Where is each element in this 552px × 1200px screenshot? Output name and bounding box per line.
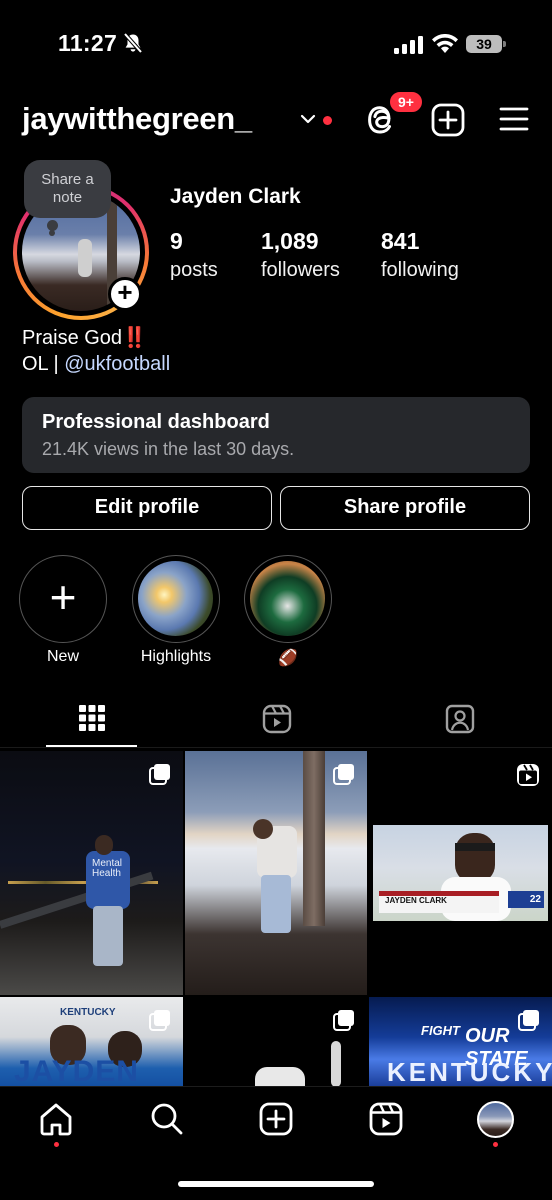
edit-profile-button[interactable]: Edit profile <box>22 486 272 530</box>
followers-count[interactable]: 1,089 <box>261 228 319 255</box>
posts-count[interactable]: 9 <box>170 228 183 255</box>
raised-arm <box>331 1041 341 1086</box>
lower-third: JAYDEN CLARK <box>379 891 499 913</box>
profile-notification-dot <box>493 1142 498 1147</box>
bell-slash-icon <box>123 32 143 54</box>
following-count[interactable]: 841 <box>381 228 419 255</box>
posts-label[interactable]: posts <box>170 259 218 282</box>
highlight-label-football: 🏈 <box>278 650 298 667</box>
followers-label[interactable]: followers <box>261 259 340 282</box>
create-plus-icon[interactable] <box>431 103 465 137</box>
reel-indicator-icon <box>517 764 539 786</box>
name-banner: JAYDEN <box>14 1055 139 1086</box>
share-profile-button[interactable]: Share profile <box>280 486 530 530</box>
hoodie-text: Mental Health <box>92 858 123 879</box>
professional-dashboard[interactable]: Professional dashboard 21.4K views in th… <box>22 397 530 473</box>
post-thumbnail[interactable]: FIGHT OUR STATE KENTUCKY <box>369 997 552 1086</box>
plus-icon: + <box>49 571 77 623</box>
chevron-down-icon[interactable] <box>300 114 316 124</box>
post-thumbnail[interactable] <box>185 751 367 995</box>
status-bar: 11:27 39 <box>0 0 552 90</box>
create-icon[interactable] <box>258 1101 294 1137</box>
graffiti-text-3: KENTUCKY <box>387 1057 552 1086</box>
post-thumbnail[interactable]: Mental Health <box>0 751 183 995</box>
threads-notification-badge: 9+ <box>388 90 424 114</box>
note-bubble-tail-small <box>49 230 55 236</box>
note-line1: Share a <box>41 171 94 188</box>
person-head <box>253 819 273 839</box>
username-switcher[interactable]: jaywitthegreen_ <box>22 101 252 137</box>
highlight-label-highlights: Highlights <box>140 648 212 665</box>
highlight-football[interactable] <box>244 555 332 643</box>
grid-icon[interactable] <box>78 704 106 732</box>
cellular-signal-icon <box>394 36 423 54</box>
tv-interview-frame: JAYDEN CLARK 22 <box>373 825 548 921</box>
battery-tip <box>503 41 506 47</box>
headband <box>455 843 495 851</box>
dashboard-subtitle: 21.4K views in the last 30 days. <box>42 439 295 459</box>
active-tab-indicator <box>46 745 137 747</box>
home-notification-dot <box>54 1142 59 1147</box>
reel-thumbnail[interactable]: JAYDEN CLARK 22 <box>369 751 552 995</box>
carousel-icon <box>518 1010 539 1031</box>
add-story-button[interactable]: + <box>108 277 142 311</box>
hamburger-menu-icon[interactable] <box>498 105 530 133</box>
bio-prefix: OL | <box>22 353 65 375</box>
home-icon[interactable] <box>38 1101 74 1137</box>
brand-text: KENTUCKY <box>60 1007 116 1018</box>
person-legs <box>261 875 291 933</box>
dashboard-title: Professional dashboard <box>42 411 270 433</box>
highlight-cover-image <box>250 561 325 636</box>
avatar-person <box>78 239 92 277</box>
carousel-icon <box>333 1010 354 1031</box>
highlight-highlights[interactable] <box>132 555 220 643</box>
account-notification-dot <box>323 116 332 125</box>
post-thumbnail[interactable] <box>185 997 367 1086</box>
share-note-bubble[interactable]: Share a note <box>24 160 111 218</box>
bio-line: Praise God‼️ <box>22 327 147 349</box>
note-line2: note <box>52 189 83 206</box>
graffiti-text-1: FIGHT <box>421 1023 460 1038</box>
tree-trunk <box>303 751 325 926</box>
following-label[interactable]: following <box>381 259 459 282</box>
reels-icon[interactable] <box>368 1101 404 1137</box>
player-silhouette <box>255 1067 305 1086</box>
tagged-person-icon[interactable] <box>445 704 475 734</box>
battery-icon: 39 <box>466 35 502 53</box>
bio-line-2: OL | @ukfootball <box>22 353 170 376</box>
status-time: 11:27 <box>58 30 118 56</box>
reels-icon[interactable] <box>262 704 292 734</box>
lower-third-name: JAYDEN CLARK <box>385 896 447 905</box>
search-icon[interactable] <box>149 1101 185 1137</box>
profile-tab-avatar[interactable] <box>477 1101 514 1138</box>
channel-bug: 22 <box>508 891 544 908</box>
carousel-icon <box>149 764 170 785</box>
profile-full-name: Jayden Clark <box>170 185 301 208</box>
carousel-icon <box>333 764 354 785</box>
bio-mention-link[interactable]: @ukfootball <box>64 353 170 375</box>
carousel-icon <box>149 1010 170 1031</box>
interviewee-face <box>455 833 495 883</box>
home-indicator[interactable] <box>178 1181 374 1187</box>
post-thumbnail[interactable]: KENTUCKY JAYDEN <box>0 997 183 1086</box>
person-head <box>95 835 113 855</box>
highlight-cover-image <box>138 561 213 636</box>
wifi-icon <box>432 34 458 53</box>
highlight-label-new: New <box>46 648 79 665</box>
person-legs <box>93 906 123 966</box>
tabs-divider <box>0 747 552 748</box>
